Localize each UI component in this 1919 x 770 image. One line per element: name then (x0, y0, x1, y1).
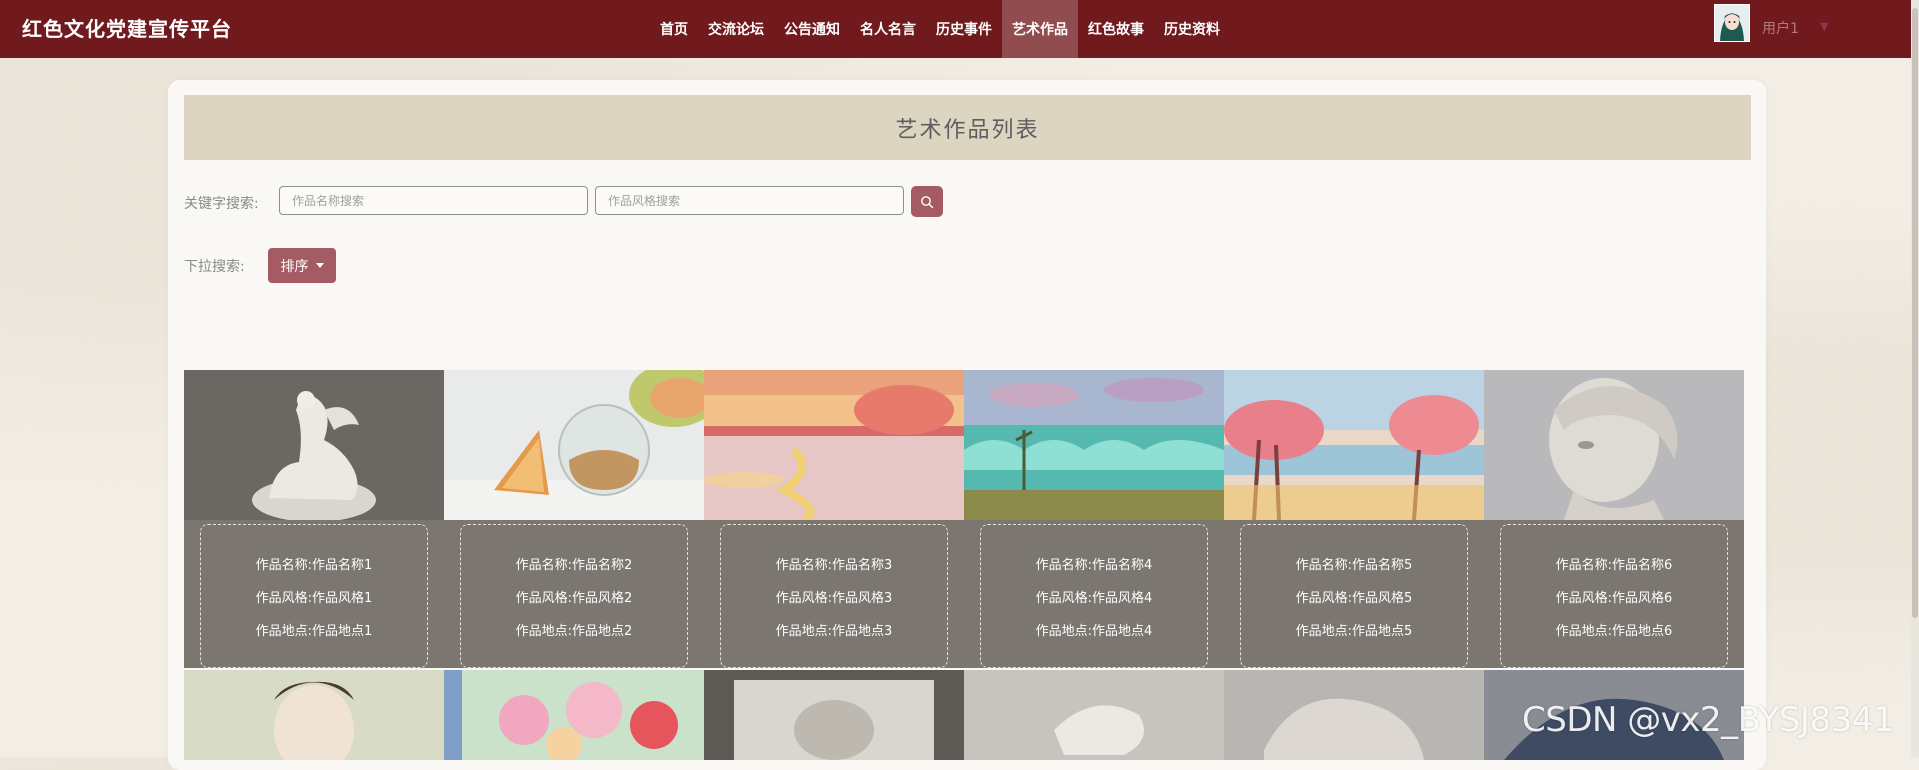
artwork-style-search-input[interactable] (595, 186, 904, 215)
artwork-image[interactable] (184, 370, 444, 520)
artwork-name: 作品名称:作品名称3 (775, 557, 893, 573)
main-nav: 首页 交流论坛 公告通知 名人名言 历史事件 艺术作品 红色故事 历史资料 (650, 0, 1230, 58)
artwork-style: 作品风格:作品风格4 (1035, 590, 1153, 606)
sort-label: 排序 (280, 258, 309, 275)
keyword-search-label: 关键字搜索: (184, 196, 259, 212)
artwork-info-panel: 作品名称:作品名称4 作品风格:作品风格4 作品地点:作品地点4 (964, 520, 1224, 668)
artwork-image[interactable] (184, 670, 444, 760)
watermark: CSDN @vx2_BYSJ8341 (1522, 700, 1895, 740)
artwork-info-panel: 作品名称:作品名称1 作品风格:作品风格1 作品地点:作品地点1 (184, 520, 444, 668)
nav-item-notice[interactable]: 公告通知 (774, 0, 850, 58)
artwork-style: 作品风格:作品风格1 (255, 590, 373, 606)
artwork-name: 作品名称:作品名称5 (1295, 557, 1413, 573)
artwork-style: 作品风格:作品风格2 (515, 590, 633, 606)
nav-item-quotes[interactable]: 名人名言 (850, 0, 926, 58)
nav-item-red-stories[interactable]: 红色故事 (1078, 0, 1154, 58)
artwork-place: 作品地点:作品地点6 (1555, 623, 1673, 639)
artwork-place: 作品地点:作品地点1 (255, 623, 373, 639)
artwork-info-box: 作品名称:作品名称4 作品风格:作品风格4 作品地点:作品地点4 (980, 524, 1208, 668)
artwork-name-search-input[interactable] (279, 186, 588, 215)
artwork-info-panel: 作品名称:作品名称6 作品风格:作品风格6 作品地点:作品地点6 (1484, 520, 1744, 668)
artwork-image[interactable] (444, 670, 704, 760)
site-title[interactable]: 红色文化党建宣传平台 (22, 13, 232, 42)
artwork-card[interactable]: 作品名称:作品名称5 作品风格:作品风格5 作品地点:作品地点5 (1224, 370, 1484, 668)
nav-item-history-materials[interactable]: 历史资料 (1154, 0, 1230, 58)
artwork-info-panel: 作品名称:作品名称3 作品风格:作品风格3 作品地点:作品地点3 (704, 520, 964, 668)
artwork-image[interactable] (1224, 670, 1484, 760)
chevron-down-icon[interactable]: ▼ (1820, 20, 1828, 33)
artwork-place: 作品地点:作品地点3 (775, 623, 893, 639)
artwork-name: 作品名称:作品名称2 (515, 557, 633, 573)
artwork-image[interactable] (1484, 370, 1744, 520)
nav-item-home[interactable]: 首页 (650, 0, 698, 58)
artwork-card[interactable]: 作品名称:作品名称2 作品风格:作品风格2 作品地点:作品地点2 (444, 370, 704, 668)
scrollbar-thumb[interactable] (1912, 8, 1918, 618)
nav-item-artworks[interactable]: 艺术作品 (1002, 0, 1078, 58)
artwork-info-box: 作品名称:作品名称6 作品风格:作品风格6 作品地点:作品地点6 (1500, 524, 1728, 668)
avatar[interactable] (1714, 4, 1750, 42)
page-title-bar: 艺术作品列表 (184, 95, 1751, 160)
artwork-card[interactable]: 作品名称:作品名称6 作品风格:作品风格6 作品地点:作品地点6 (1484, 370, 1744, 668)
artwork-info-box: 作品名称:作品名称1 作品风格:作品风格1 作品地点:作品地点1 (200, 524, 428, 668)
top-navbar: 红色文化党建宣传平台 首页 交流论坛 公告通知 名人名言 历史事件 艺术作品 红… (0, 0, 1919, 58)
artwork-card[interactable]: 作品名称:作品名称4 作品风格:作品风格4 作品地点:作品地点4 (964, 370, 1224, 668)
artwork-image[interactable] (444, 370, 704, 520)
page-title: 艺术作品列表 (895, 117, 1040, 143)
artwork-name: 作品名称:作品名称6 (1555, 557, 1673, 573)
artwork-info-box: 作品名称:作品名称5 作品风格:作品风格5 作品地点:作品地点5 (1240, 524, 1468, 668)
search-button[interactable] (911, 186, 943, 217)
artwork-name: 作品名称:作品名称1 (255, 557, 373, 573)
artwork-info-box: 作品名称:作品名称3 作品风格:作品风格3 作品地点:作品地点3 (720, 524, 948, 668)
artwork-card[interactable]: 作品名称:作品名称1 作品风格:作品风格1 作品地点:作品地点1 (184, 370, 444, 668)
artwork-image[interactable] (964, 670, 1224, 760)
artwork-name: 作品名称:作品名称4 (1035, 557, 1153, 573)
user-name[interactable]: 用户1 (1762, 18, 1799, 38)
artwork-info-panel: 作品名称:作品名称5 作品风格:作品风格5 作品地点:作品地点5 (1224, 520, 1484, 668)
artwork-style: 作品风格:作品风格6 (1555, 590, 1673, 606)
artwork-info-panel: 作品名称:作品名称2 作品风格:作品风格2 作品地点:作品地点2 (444, 520, 704, 668)
artwork-image[interactable] (1224, 370, 1484, 520)
artwork-image[interactable] (964, 370, 1224, 520)
artwork-place: 作品地点:作品地点4 (1035, 623, 1153, 639)
artwork-info-box: 作品名称:作品名称2 作品风格:作品风格2 作品地点:作品地点2 (460, 524, 688, 668)
search-icon (921, 195, 934, 208)
artwork-image[interactable] (704, 670, 964, 760)
sort-dropdown-button[interactable]: 排序 (268, 248, 336, 283)
artwork-card[interactable]: 作品名称:作品名称3 作品风格:作品风格3 作品地点:作品地点3 (704, 370, 964, 668)
artwork-image[interactable] (704, 370, 964, 520)
caret-down-icon (315, 263, 324, 268)
artwork-style: 作品风格:作品风格5 (1295, 590, 1413, 606)
nav-item-forum[interactable]: 交流论坛 (698, 0, 774, 58)
artwork-style: 作品风格:作品风格3 (775, 590, 893, 606)
nav-item-history-events[interactable]: 历史事件 (926, 0, 1002, 58)
artwork-place: 作品地点:作品地点2 (515, 623, 633, 639)
dropdown-search-label: 下拉搜索: (184, 259, 245, 275)
artwork-place: 作品地点:作品地点5 (1295, 623, 1413, 639)
